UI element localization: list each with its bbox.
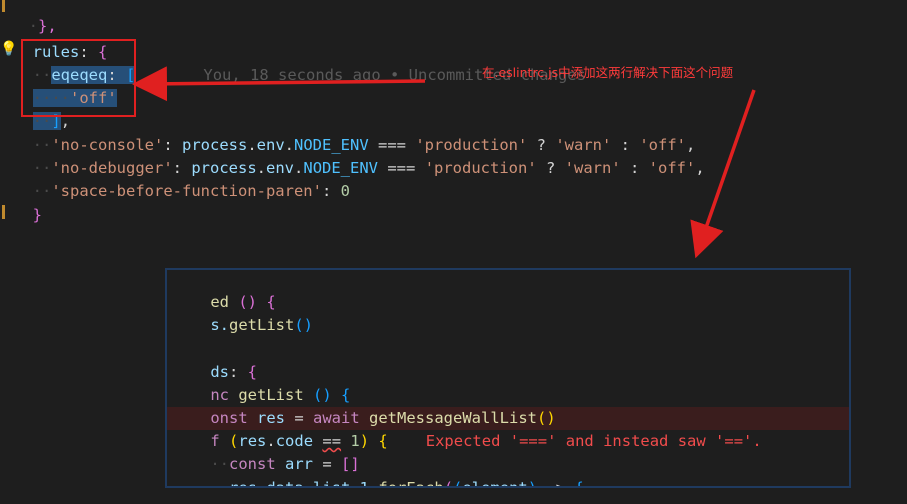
panel-line-8: ··res.data.list_1.forEach((element) => { bbox=[210, 479, 584, 488]
panel-line-5: onst res = await getMessageWallList() bbox=[210, 409, 556, 427]
arrow-left bbox=[132, 66, 426, 102]
panel-line-6: f (res.code == 1) {Expected '===' and in… bbox=[210, 432, 762, 450]
panel-line-3: ds: { bbox=[210, 363, 258, 381]
error-preview-panel: ed () { s.getList() ds: { nc getList () … bbox=[165, 268, 851, 488]
annotation-note: 在.eslintrc.js中添加这两行解决下面这个问题 bbox=[482, 65, 734, 80]
panel-line-4: nc getList () { bbox=[210, 386, 351, 404]
arrow-down bbox=[690, 89, 756, 259]
panel-line-1: ed () { bbox=[210, 293, 276, 311]
inline-error-message: Expected '===' and instead saw '=='. bbox=[425, 432, 762, 450]
panel-line-2: s.getList() bbox=[210, 316, 313, 334]
panel-line-7: ··const arr = [] bbox=[210, 455, 360, 473]
